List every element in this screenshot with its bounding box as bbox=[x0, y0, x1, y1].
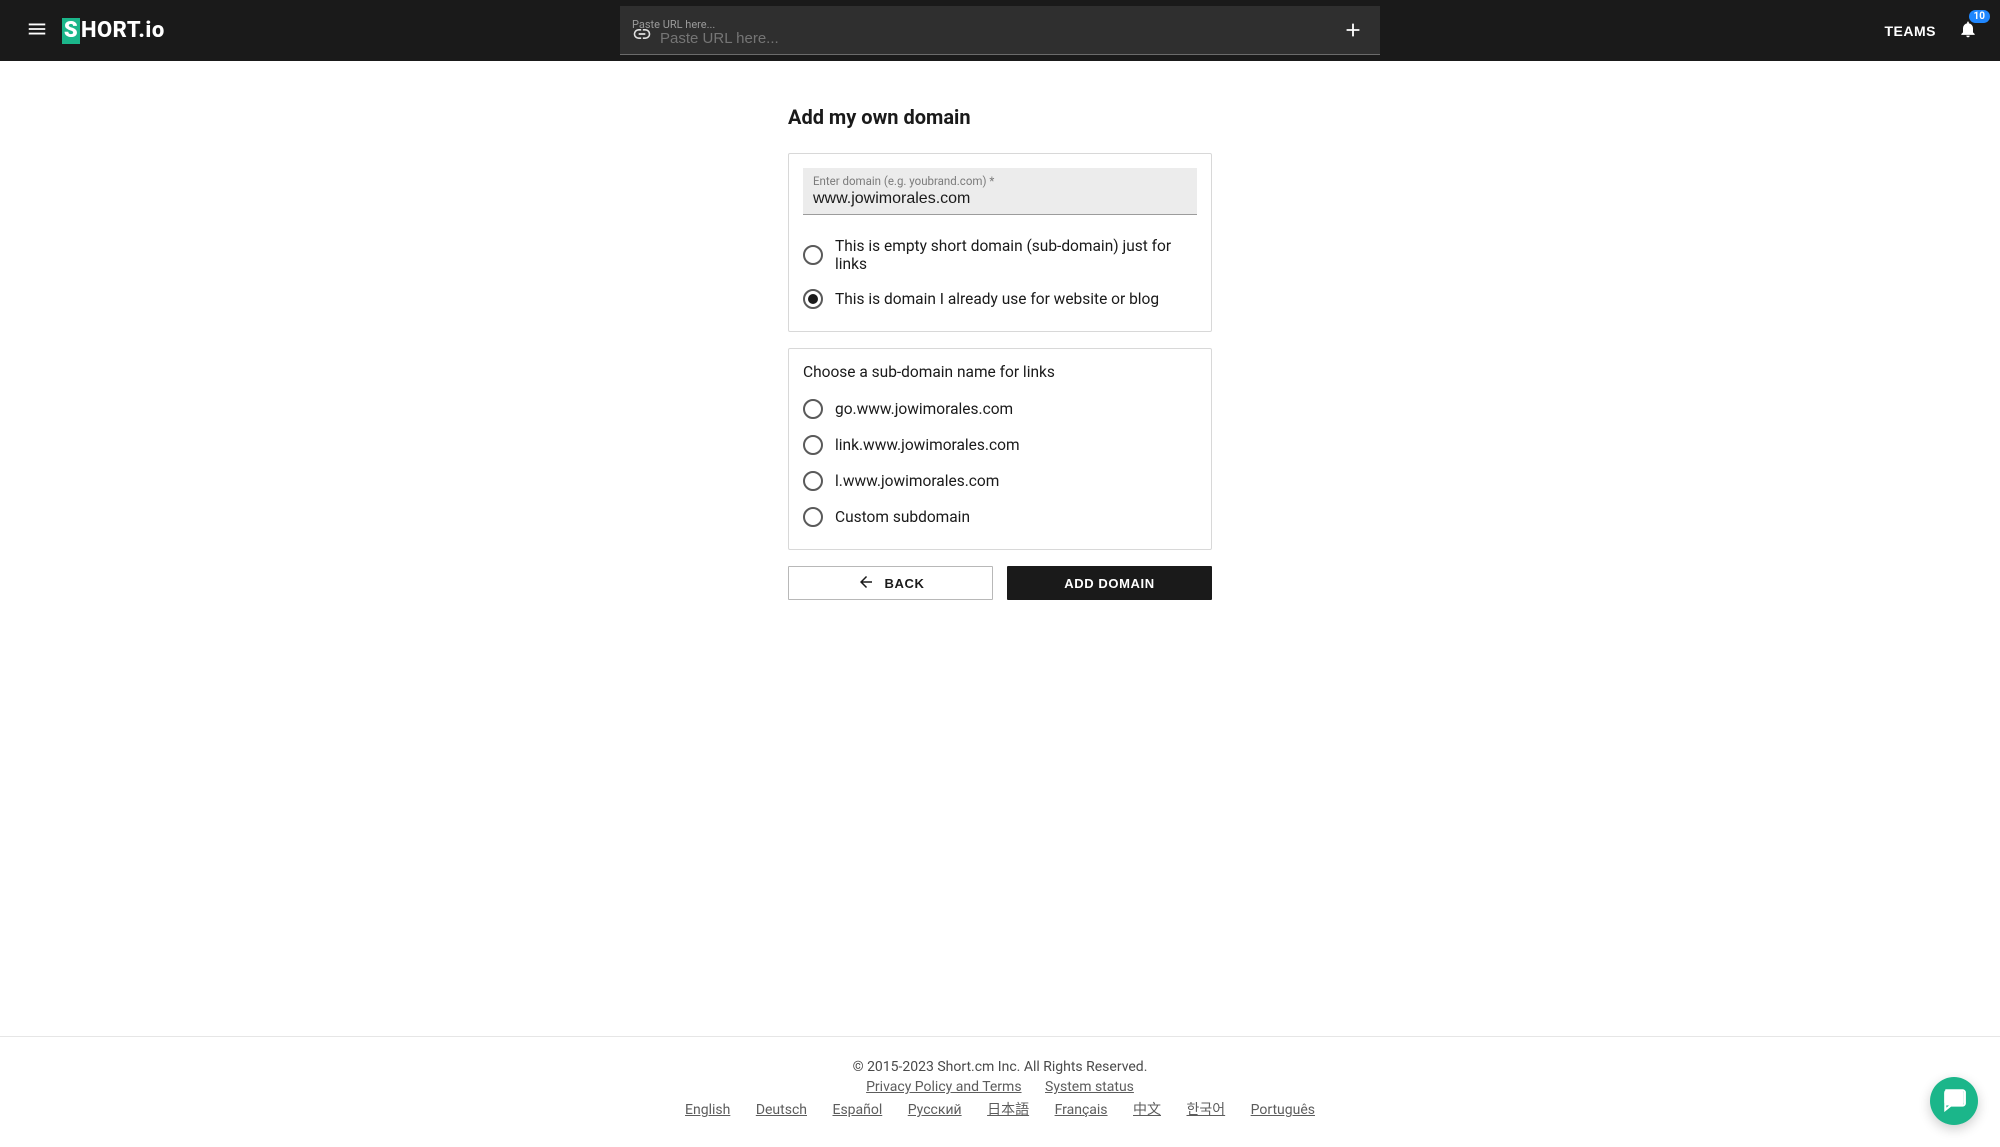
subdomain-option-custom[interactable]: Custom subdomain bbox=[803, 499, 1197, 535]
lang-ru[interactable]: Русский bbox=[908, 1102, 962, 1118]
create-link-button[interactable] bbox=[1336, 13, 1370, 50]
radio-icon bbox=[803, 435, 823, 455]
lang-zh[interactable]: 中文 bbox=[1133, 1102, 1161, 1118]
radio-icon bbox=[803, 289, 823, 309]
add-domain-button[interactable]: ADD DOMAIN bbox=[1007, 566, 1212, 600]
lang-pt[interactable]: Português bbox=[1251, 1102, 1315, 1118]
logo-text: HORT.io bbox=[81, 18, 165, 43]
radio-icon bbox=[803, 245, 823, 265]
arrow-left-icon bbox=[857, 573, 875, 594]
menu-button[interactable] bbox=[18, 10, 56, 51]
subdomain-group-title: Choose a sub-domain name for links bbox=[803, 363, 1197, 381]
subdomain-card: Choose a sub-domain name for links go.ww… bbox=[788, 348, 1212, 550]
lang-de[interactable]: Deutsch bbox=[756, 1102, 807, 1118]
bell-icon bbox=[1958, 24, 1978, 43]
notification-badge: 10 bbox=[1969, 10, 1990, 23]
lang-ko[interactable]: 한국어 bbox=[1187, 1102, 1226, 1118]
language-links: English Deutsch Español Русский 日本語 Fran… bbox=[0, 1099, 2000, 1119]
lang-fr[interactable]: Français bbox=[1055, 1102, 1108, 1118]
domain-field-label: Enter domain (e.g. youbrand.com) * bbox=[813, 174, 1187, 188]
copyright-text: © 2015-2023 Short.cm Inc. All Rights Res… bbox=[0, 1059, 2000, 1075]
app-logo[interactable]: SHORT.io bbox=[62, 18, 165, 44]
radio-label: l.www.jowimorales.com bbox=[835, 472, 999, 490]
page-title: Add my own domain bbox=[788, 105, 1212, 129]
app-header: SHORT.io Paste URL here... TEAMS 10 bbox=[0, 0, 2000, 61]
page-footer: © 2015-2023 Short.cm Inc. All Rights Res… bbox=[0, 1036, 2000, 1147]
radio-icon bbox=[803, 471, 823, 491]
url-shortener-bar: Paste URL here... bbox=[620, 6, 1380, 55]
plus-icon bbox=[1342, 29, 1364, 44]
privacy-link[interactable]: Privacy Policy and Terms bbox=[866, 1079, 1021, 1095]
subdomain-option-l[interactable]: l.www.jowimorales.com bbox=[803, 463, 1197, 499]
system-status-link[interactable]: System status bbox=[1045, 1079, 1134, 1095]
radio-label: Custom subdomain bbox=[835, 508, 970, 526]
action-buttons: BACK ADD DOMAIN bbox=[788, 566, 1212, 600]
radio-label: This is domain I already use for website… bbox=[835, 290, 1159, 308]
back-button-label: BACK bbox=[885, 576, 925, 591]
logo-mark: S bbox=[62, 18, 80, 44]
intercom-chat-button[interactable] bbox=[1930, 1077, 1978, 1125]
radio-icon bbox=[803, 399, 823, 419]
hamburger-icon bbox=[26, 18, 48, 43]
radio-label: This is empty short domain (sub-domain) … bbox=[835, 237, 1197, 273]
radio-icon bbox=[803, 507, 823, 527]
teams-button[interactable]: TEAMS bbox=[1885, 23, 1937, 39]
lang-ja[interactable]: 日本語 bbox=[987, 1102, 1029, 1118]
domain-type-option-empty[interactable]: This is empty short domain (sub-domain) … bbox=[803, 229, 1197, 281]
add-domain-button-label: ADD DOMAIN bbox=[1064, 576, 1155, 591]
subdomain-option-link[interactable]: link.www.jowimorales.com bbox=[803, 427, 1197, 463]
domain-type-option-existing[interactable]: This is domain I already use for website… bbox=[803, 281, 1197, 317]
main-content: Add my own domain Enter domain (e.g. you… bbox=[0, 61, 2000, 1036]
back-button[interactable]: BACK bbox=[788, 566, 993, 600]
lang-en[interactable]: English bbox=[685, 1102, 730, 1118]
radio-label: go.www.jowimorales.com bbox=[835, 400, 1013, 418]
domain-input-card: Enter domain (e.g. youbrand.com) * This … bbox=[788, 153, 1212, 332]
radio-label: link.www.jowimorales.com bbox=[835, 436, 1020, 454]
notifications-button[interactable]: 10 bbox=[1954, 15, 1982, 47]
lang-es[interactable]: Español bbox=[832, 1102, 882, 1118]
link-icon bbox=[632, 24, 652, 48]
subdomain-option-go[interactable]: go.www.jowimorales.com bbox=[803, 391, 1197, 427]
url-input[interactable] bbox=[630, 16, 1336, 47]
domain-input[interactable] bbox=[813, 188, 1187, 210]
domain-text-field[interactable]: Enter domain (e.g. youbrand.com) * bbox=[803, 168, 1197, 215]
chat-icon bbox=[1941, 1086, 1967, 1116]
